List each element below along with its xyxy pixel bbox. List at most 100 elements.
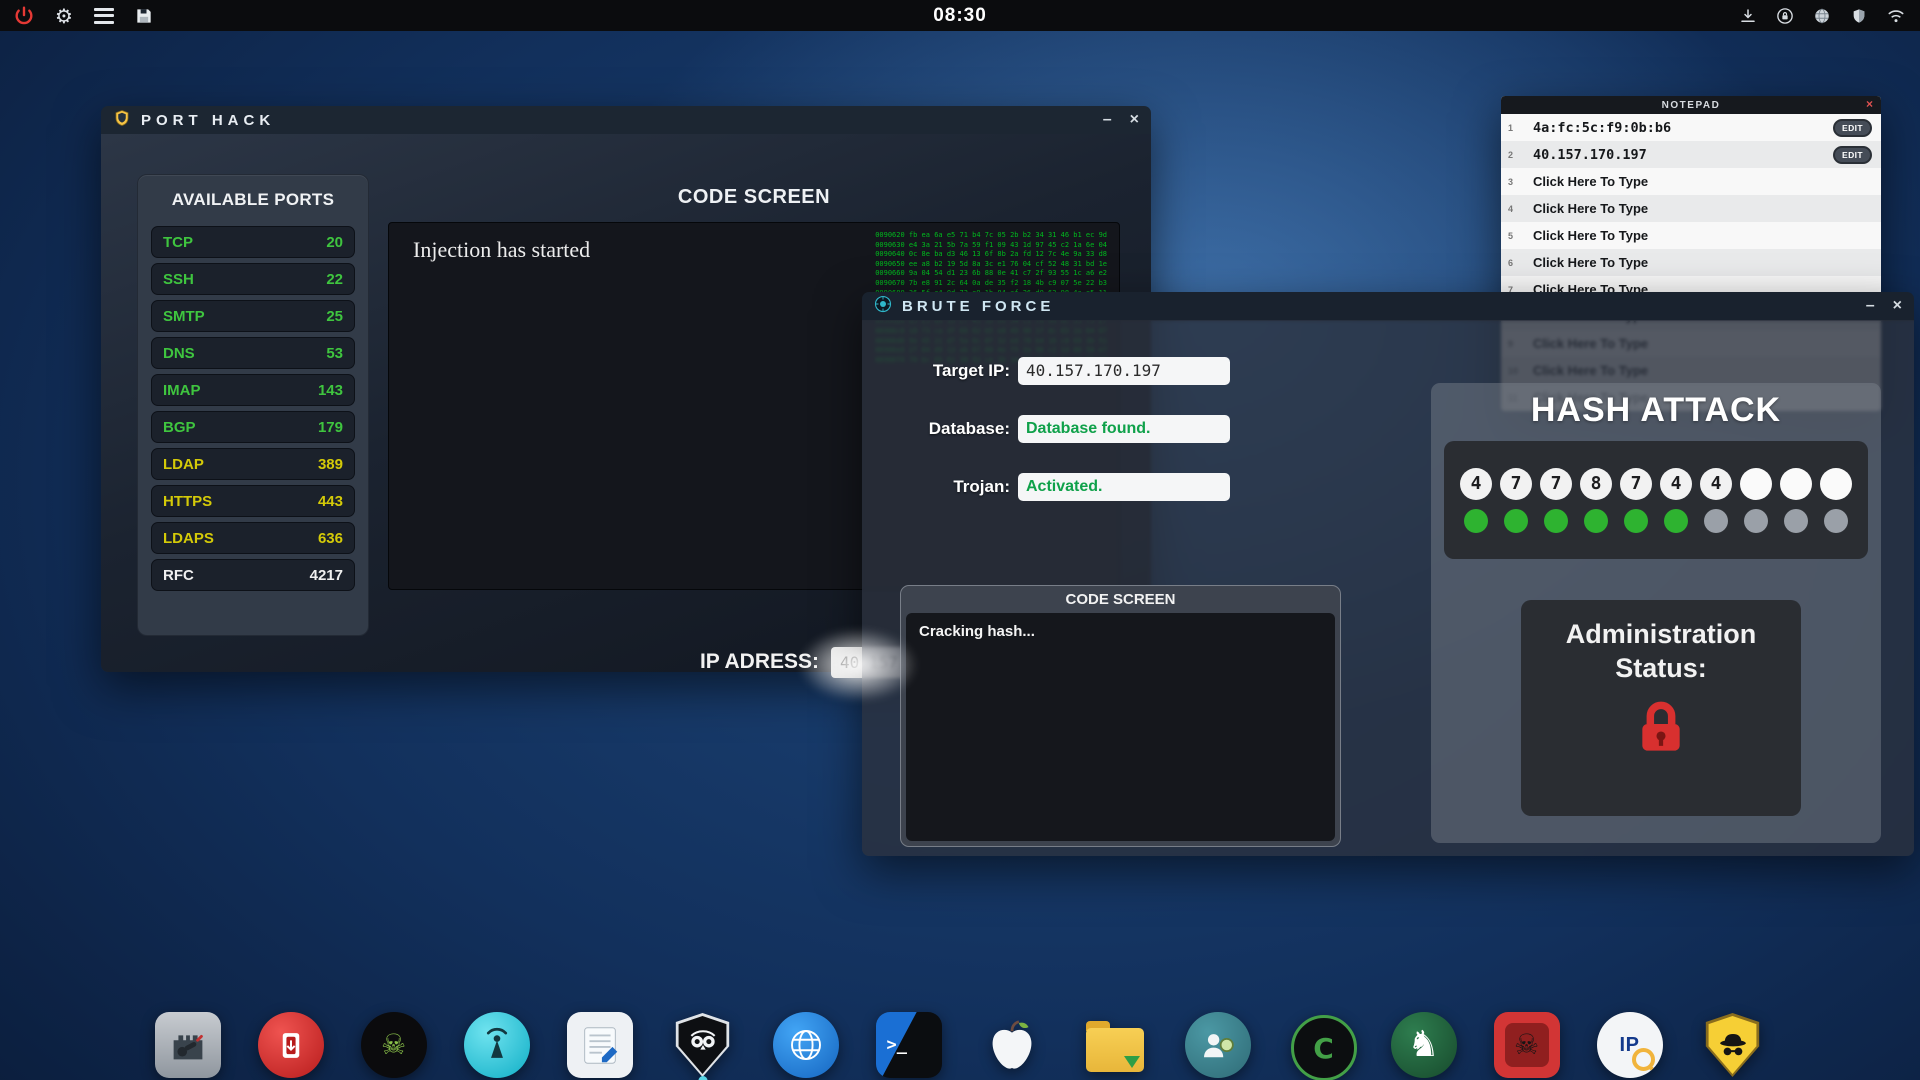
minimize-button[interactable]: – <box>1103 112 1112 128</box>
port-item[interactable]: SSH 22 <box>151 263 355 295</box>
progress-dot <box>1500 509 1532 533</box>
security-shield-icon[interactable] <box>1847 4 1871 28</box>
progress-dot <box>1620 509 1652 533</box>
lock-status-icon[interactable] <box>1773 4 1797 28</box>
brute-force-titlebar[interactable]: BRUTE FORCE – × <box>862 292 1914 321</box>
code-message: Injection has started <box>413 237 590 263</box>
port-item[interactable]: SMTP 25 <box>151 300 355 332</box>
line-number: 5 <box>1501 231 1526 241</box>
code-screen-title: CODE SCREEN <box>906 586 1335 613</box>
notepad-line[interactable]: 5 Click Here To Type <box>1501 222 1881 249</box>
close-button[interactable]: × <box>1130 112 1139 128</box>
skull-glyph: ☠ <box>1514 1031 1539 1059</box>
code-screen-panel: CODE SCREEN Cracking hash... <box>900 585 1341 847</box>
dock-icon-crypto-coin[interactable]: C <box>1288 1012 1354 1078</box>
progress-dot <box>1660 509 1692 533</box>
save-disk-icon[interactable] <box>132 4 156 28</box>
field-row: Database: Database found. <box>888 415 1230 443</box>
dock-icon-spy-kit[interactable] <box>1700 1012 1766 1078</box>
top-bar-tray <box>1736 4 1908 28</box>
hash-digit <box>1780 468 1812 500</box>
settings-gear-icon[interactable]: ⚙ <box>52 4 76 28</box>
available-ports-panel: AVAILABLE PORTS TCP 20 SSH 22 SMTP 25 DN… <box>137 174 369 636</box>
notepad-title: NOTEPAD <box>1662 100 1721 111</box>
line-number: 1 <box>1501 123 1526 133</box>
dock: ☠ >_ <box>0 1012 1920 1078</box>
hash-attack-panel: HASH ATTACK 4 7 7 8 7 4 <box>1431 383 1881 843</box>
port-item[interactable]: RFC 4217 <box>151 559 355 591</box>
line-text: 4a:fc:5c:f9:0b:b6 <box>1533 120 1671 136</box>
port-item[interactable]: LDAPS 636 <box>151 522 355 554</box>
menu-icon[interactable] <box>92 4 116 28</box>
close-button[interactable]: × <box>1893 298 1902 314</box>
dock-icon-fortress[interactable] <box>155 1012 221 1078</box>
ip-address-label: IP ADRESS: <box>521 650 819 674</box>
hash-digit: 8 <box>1580 468 1612 500</box>
dock-icon-coin-trader[interactable] <box>1185 1012 1251 1078</box>
downloads-icon[interactable] <box>1736 4 1760 28</box>
line-text: Click Here To Type <box>1533 255 1648 270</box>
field-value[interactable]: Activated. <box>1018 473 1230 501</box>
port-item[interactable]: LDAP 389 <box>151 448 355 480</box>
field-value[interactable]: Database found. <box>1018 415 1230 443</box>
field-label: Database: <box>888 419 1018 439</box>
port-hack-shield-icon <box>113 109 131 132</box>
network-globe-icon[interactable] <box>1810 4 1834 28</box>
dock-icon-antenna[interactable] <box>464 1012 530 1078</box>
hash-display: 4 7 7 8 7 4 4 <box>1444 441 1868 559</box>
ports-list: TCP 20 SSH 22 SMTP 25 DNS 53 IMAP 143 <box>151 226 355 591</box>
power-icon[interactable] <box>12 4 36 28</box>
notepad-titlebar[interactable]: NOTEPAD × <box>1501 96 1881 114</box>
line-text: Click Here To Type <box>1533 228 1648 243</box>
line-text: Click Here To Type <box>1533 174 1648 189</box>
wifi-icon[interactable] <box>1884 4 1908 28</box>
line-text: 40.157.170.197 <box>1533 147 1647 163</box>
magnifier-icon <box>1632 1048 1655 1071</box>
brute-force-app-icon <box>874 295 892 318</box>
minimize-button[interactable]: – <box>1866 298 1875 314</box>
dock-icon-exit-door[interactable] <box>258 1012 324 1078</box>
port-item[interactable]: IMAP 143 <box>151 374 355 406</box>
dock-icon-terminal[interactable]: >_ <box>876 1012 942 1078</box>
progress-dot <box>1820 509 1852 533</box>
hash-digit: 7 <box>1540 468 1572 500</box>
edit-button[interactable]: EDIT <box>1833 119 1872 137</box>
hash-digit: 7 <box>1500 468 1532 500</box>
field-value[interactable]: 40.157.170.197 <box>1018 357 1230 385</box>
notepad-line[interactable]: 2 40.157.170.197 EDIT <box>1501 141 1881 168</box>
notepad-line[interactable]: 4 Click Here To Type <box>1501 195 1881 222</box>
dock-icon-malware-chip[interactable]: ☠ <box>1494 1012 1560 1078</box>
hash-digit: 4 <box>1700 468 1732 500</box>
dock-icon-notes[interactable] <box>567 1012 633 1078</box>
dock-icon-circuit-skull[interactable]: ☠ <box>361 1012 427 1078</box>
field-label: Target IP: <box>888 361 1018 381</box>
line-number: 6 <box>1501 258 1526 268</box>
dock-icon-web-globe[interactable] <box>773 1012 839 1078</box>
notepad-line[interactable]: 3 Click Here To Type <box>1501 168 1881 195</box>
code-screen: Cracking hash... <box>906 613 1335 841</box>
dock-icon-folder[interactable] <box>1082 1012 1148 1078</box>
top-bar: ⚙ 08:30 <box>0 0 1920 31</box>
notepad-line[interactable]: 6 Click Here To Type <box>1501 249 1881 276</box>
progress-dot <box>1780 509 1812 533</box>
dock-icon-owl-shield[interactable] <box>670 1012 736 1078</box>
dock-icon-trojan-horse[interactable]: ♞ <box>1391 1012 1457 1078</box>
hash-digit: 4 <box>1660 468 1692 500</box>
progress-dot <box>1740 509 1772 533</box>
port-item[interactable]: HTTPS 443 <box>151 485 355 517</box>
notepad-line[interactable]: 1 4a:fc:5c:f9:0b:b6 EDIT <box>1501 114 1881 141</box>
dock-icon-ip-lookup[interactable]: IP <box>1597 1012 1663 1078</box>
port-item[interactable]: BGP 179 <box>151 411 355 443</box>
desktop: ⚙ 08:30 <box>0 0 1920 1080</box>
close-button[interactable]: × <box>1866 97 1873 111</box>
code-screen-title: CODE SCREEN <box>388 186 1120 209</box>
active-app-indicator <box>698 1076 707 1080</box>
edit-button[interactable]: EDIT <box>1833 146 1872 164</box>
field-label: Trojan: <box>888 477 1018 497</box>
dock-icon-apple[interactable] <box>979 1012 1045 1078</box>
port-hack-titlebar[interactable]: PORT HACK – × <box>101 106 1151 135</box>
port-item[interactable]: TCP 20 <box>151 226 355 258</box>
crypto-c-glyph: C <box>1313 1032 1334 1065</box>
port-item[interactable]: DNS 53 <box>151 337 355 369</box>
code-message: Cracking hash... <box>919 623 1035 640</box>
